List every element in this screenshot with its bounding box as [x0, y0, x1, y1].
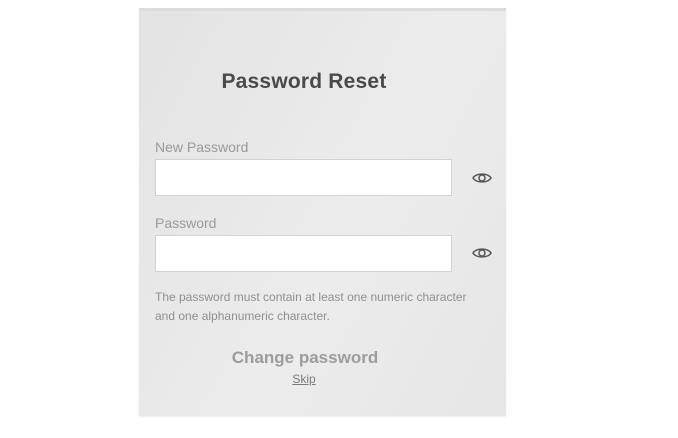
- new-password-field[interactable]: [155, 159, 452, 196]
- password-requirements-hint: The password must contain at least one n…: [155, 290, 467, 323]
- password-label: Password: [155, 215, 217, 231]
- password-reset-card: Password Reset New Password Password The…: [139, 8, 506, 416]
- new-password-label: New Password: [155, 139, 249, 155]
- page-title: Password Reset: [221, 70, 387, 93]
- password-field[interactable]: [155, 235, 452, 272]
- eye-icon[interactable]: [472, 168, 492, 188]
- skip-link[interactable]: Skip: [139, 372, 469, 386]
- page-background: Password Reset New Password Password The…: [0, 0, 678, 438]
- eye-icon[interactable]: [472, 243, 492, 263]
- change-password-button[interactable]: Change password: [219, 345, 391, 371]
